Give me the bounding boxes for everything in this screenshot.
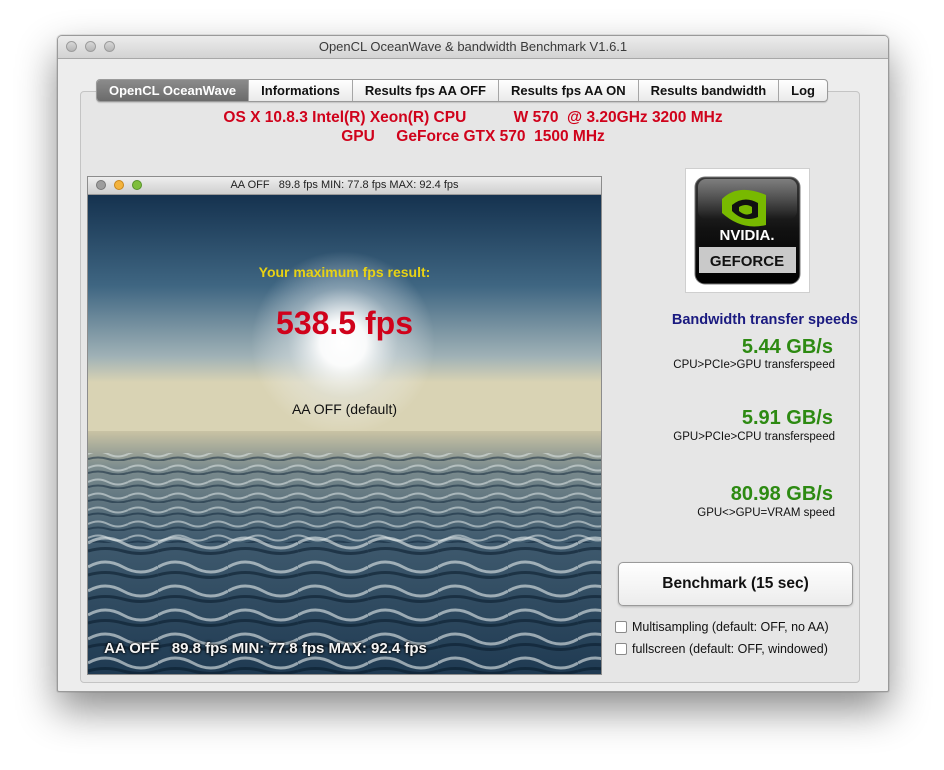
bandwidth-value-vram: 80.98 GB/s	[730, 483, 833, 505]
multisampling-checkbox[interactable]	[615, 621, 627, 633]
result-caption: Your maximum fps result:	[258, 264, 431, 280]
bandwidth-value-gpu-to-cpu: 5.91 GB/s	[741, 407, 833, 429]
ocean-render-window: AA OFF 89.8 fps MIN: 77.8 fps MAX: 92.4 …	[87, 176, 602, 675]
app-window: OpenCL OceanWave & bandwidth Benchmark V…	[57, 35, 889, 692]
gpu-info-line: GPU GeForce GTX 570 1500 MHz	[341, 128, 605, 145]
render-window-title: AA OFF 89.8 fps MIN: 77.8 fps MAX: 92.4 …	[230, 179, 459, 191]
bandwidth-label-cpu-to-gpu: CPU>PCIe>GPU transferspeed	[673, 359, 835, 371]
tab-opencl-oceanwave[interactable]: OpenCL OceanWave	[97, 80, 249, 101]
nvidia-eye-icon: NVIDIA. GEFORCE	[694, 176, 801, 285]
multisampling-option[interactable]: Multisampling (default: OFF, no AA)	[615, 620, 829, 634]
tab-results-bandwidth[interactable]: Results bandwidth	[637, 80, 779, 101]
bandwidth-value-cpu-to-gpu: 5.44 GB/s	[741, 336, 833, 358]
render-title-bar: AA OFF 89.8 fps MIN: 77.8 fps MAX: 92.4 …	[88, 177, 601, 195]
fps-status-overlay: AA OFF 89.8 fps MIN: 77.8 fps MAX: 92.4 …	[104, 640, 427, 657]
cpu-info-line: OS X 10.8.3 Intel(R) Xeon(R) CPU W 570 @…	[223, 109, 723, 126]
tab-log[interactable]: Log	[778, 80, 827, 101]
bandwidth-label-gpu-to-cpu: GPU>PCIe>CPU transferspeed	[673, 431, 835, 443]
nvidia-geforce-logo: NVIDIA. GEFORCE	[685, 168, 810, 293]
svg-text:GEFORCE: GEFORCE	[710, 253, 784, 270]
fullscreen-checkbox[interactable]	[615, 643, 627, 655]
benchmark-button[interactable]: Benchmark (15 sec)	[618, 562, 853, 606]
fullscreen-option[interactable]: fullscreen (default: OFF, windowed)	[615, 642, 828, 656]
bandwidth-label-vram: GPU<>GPU=VRAM speed	[697, 507, 835, 519]
bandwidth-title: Bandwidth transfer speeds	[671, 312, 858, 328]
tab-results-fps-aa-off[interactable]: Results fps AA OFF	[351, 80, 498, 101]
svg-text:NVIDIA.: NVIDIA.	[719, 227, 774, 244]
title-bar: OpenCL OceanWave & bandwidth Benchmark V…	[58, 36, 888, 59]
tab-bar: OpenCL OceanWave Informations Results fp…	[96, 79, 828, 102]
result-fps-value: 538.5 fps	[276, 305, 413, 341]
tab-informations[interactable]: Informations	[248, 80, 352, 101]
multisampling-label: Multisampling (default: OFF, no AA)	[632, 620, 829, 634]
tab-results-fps-aa-on[interactable]: Results fps AA ON	[498, 80, 638, 101]
fullscreen-label: fullscreen (default: OFF, windowed)	[632, 642, 828, 656]
aa-mode-label: AA OFF (default)	[291, 401, 398, 417]
window-title: OpenCL OceanWave & bandwidth Benchmark V…	[318, 39, 628, 54]
